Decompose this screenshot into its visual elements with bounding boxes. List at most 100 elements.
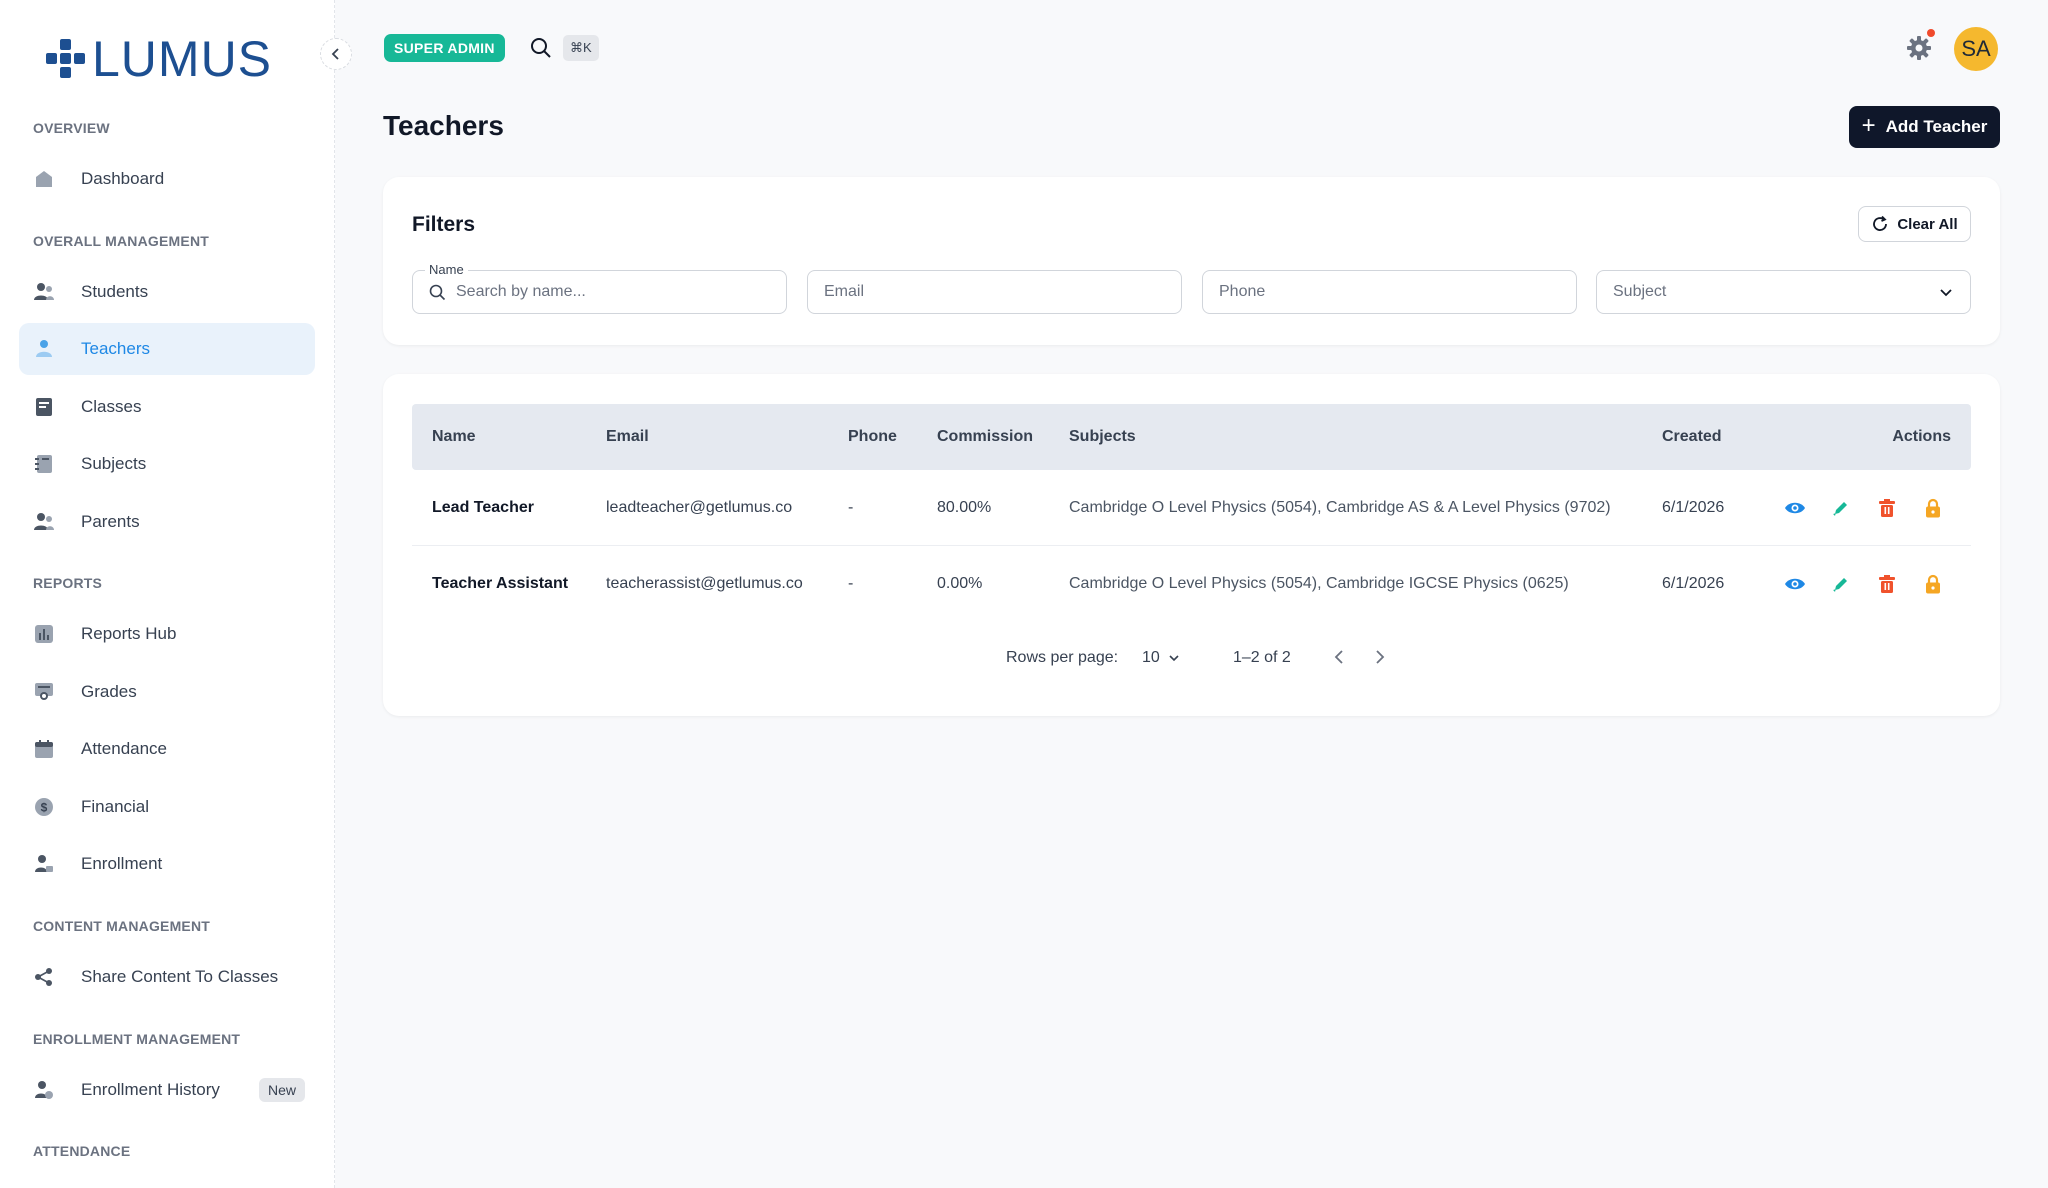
name-filter-field[interactable]: Name	[412, 262, 787, 314]
search-shortcut[interactable]: ⌘K	[563, 35, 599, 61]
chevron-down-icon	[1169, 655, 1179, 662]
subject-select[interactable]	[1596, 270, 1971, 314]
user-history-icon	[33, 1079, 55, 1101]
delete-icon[interactable]	[1875, 572, 1899, 596]
svg-text:$: $	[41, 801, 48, 815]
cell-name: Teacher Assistant	[432, 575, 569, 592]
sidebar-item-classes[interactable]: Classes	[19, 381, 315, 433]
cell-phone: -	[848, 499, 854, 516]
edit-icon[interactable]	[1829, 496, 1853, 520]
sidebar-item-label: Parents	[81, 512, 140, 531]
next-page-button[interactable]	[1373, 648, 1387, 671]
sidebar-item-dashboard[interactable]: Dashboard	[19, 153, 315, 205]
name-search-input[interactable]	[456, 283, 786, 301]
notebook-icon	[33, 453, 55, 475]
sidebar-item-subjects[interactable]: Subjects	[19, 438, 315, 490]
calendar-icon	[33, 738, 55, 760]
email-input[interactable]	[824, 283, 1181, 301]
column-header-email[interactable]: Email	[606, 404, 649, 470]
table-header: Name Email Phone Commission Subjects Cre…	[412, 404, 1971, 470]
sidebar-item-teachers[interactable]: Teachers	[19, 323, 315, 375]
row-actions	[1783, 470, 1945, 546]
sidebar-item-parents[interactable]: Parents	[19, 496, 315, 548]
edit-icon[interactable]	[1829, 572, 1853, 596]
section-overview: OVERVIEW	[33, 120, 110, 136]
certificate-icon	[33, 681, 55, 703]
cell-commission: 80.00%	[937, 499, 992, 516]
sidebar-item-label: Enrollment History	[81, 1080, 220, 1099]
email-filter-field[interactable]	[807, 270, 1182, 314]
subject-select-value[interactable]	[1613, 283, 1970, 301]
column-header-created[interactable]: Created	[1662, 404, 1722, 470]
sidebar-item-students[interactable]: Students	[19, 266, 315, 318]
rows-per-page-select[interactable]: 10	[1142, 649, 1180, 667]
rows-per-page-value: 10	[1142, 649, 1160, 666]
users-icon	[33, 281, 55, 303]
previous-page-button[interactable]	[1332, 648, 1346, 671]
section-overall-management: OVERALL MANAGEMENT	[33, 233, 210, 249]
cell-created: 6/1/2026	[1662, 575, 1725, 592]
avatar[interactable]: SA	[1954, 27, 1998, 71]
page-range: 1–2 of 2	[1233, 649, 1291, 666]
chevron-down-icon	[1940, 289, 1952, 297]
sidebar-item-enrollment[interactable]: Enrollment	[19, 838, 315, 890]
column-header-subjects[interactable]: Subjects	[1069, 404, 1136, 470]
phone-filter-field[interactable]	[1202, 270, 1577, 314]
logo-mark-icon	[46, 39, 86, 79]
sidebar-item-share-content[interactable]: Share Content To Classes	[19, 951, 315, 1003]
add-teacher-label: Add Teacher	[1885, 117, 1988, 136]
delete-icon[interactable]	[1875, 496, 1899, 520]
sidebar: LUMUS OVERVIEW Dashboard OVERALL MANAGEM…	[0, 0, 335, 1188]
refresh-icon	[1873, 215, 1888, 231]
teachers-table-card: Name Email Phone Commission Subjects Cre…	[383, 374, 2000, 716]
sidebar-item-label: Financial	[81, 797, 150, 816]
search-icon	[429, 284, 446, 300]
row-actions	[1783, 546, 1945, 622]
section-attendance: ATTENDANCE	[33, 1143, 131, 1159]
chart-icon	[33, 623, 55, 645]
section-reports: REPORTS	[33, 575, 103, 591]
clear-all-button[interactable]: Clear All	[1858, 206, 1971, 242]
rows-per-page-label: Rows per page:	[1006, 649, 1119, 666]
sidebar-item-label: Subjects	[81, 454, 147, 473]
search-icon[interactable]	[530, 37, 552, 64]
phone-input[interactable]	[1219, 283, 1576, 301]
new-badge: New	[258, 1078, 305, 1102]
lock-icon[interactable]	[1921, 496, 1945, 520]
sidebar-item-financial[interactable]: $ Financial	[19, 781, 315, 833]
view-icon[interactable]	[1783, 496, 1807, 520]
view-icon[interactable]	[1783, 572, 1807, 596]
cell-phone: -	[848, 575, 854, 592]
lumus-logo[interactable]: LUMUS	[46, 34, 272, 84]
user-icon	[33, 338, 55, 360]
sidebar-item-label: Dashboard	[81, 169, 165, 188]
gear-icon[interactable]	[1905, 34, 1933, 62]
sidebar-item-enrollment-history[interactable]: Enrollment History New	[19, 1064, 315, 1116]
cell-commission: 0.00%	[937, 575, 983, 592]
chevron-left-icon	[331, 48, 339, 60]
sidebar-item-label: Enrollment	[81, 854, 163, 873]
pagination: Rows per page: 10 1–2 of 2	[383, 644, 2000, 674]
book-icon	[33, 396, 55, 418]
column-header-phone[interactable]: Phone	[848, 404, 897, 470]
share-icon	[33, 966, 55, 988]
page-title: Teachers	[383, 110, 504, 141]
collapse-sidebar-button[interactable]	[320, 38, 352, 70]
plus-icon: +	[1861, 112, 1876, 139]
section-enrollment-management: ENROLLMENT MANAGEMENT	[33, 1031, 241, 1047]
sidebar-item-grades[interactable]: Grades	[19, 666, 315, 718]
table-row: Lead Teacher leadteacher@getlumus.co - 8…	[412, 470, 1971, 546]
cell-email: leadteacher@getlumus.co	[606, 499, 793, 516]
add-teacher-button[interactable]: + Add Teacher	[1849, 106, 2000, 148]
sidebar-item-label: Classes	[81, 397, 142, 416]
sidebar-item-reports-hub[interactable]: Reports Hub	[19, 608, 315, 660]
sidebar-item-label: Grades	[81, 682, 137, 701]
sidebar-item-attendance[interactable]: Attendance	[19, 723, 315, 775]
cell-email: teacherassist@getlumus.co	[606, 575, 803, 592]
column-header-name[interactable]: Name	[432, 404, 476, 470]
lock-icon[interactable]	[1921, 572, 1945, 596]
cell-subjects: Cambridge O Level Physics (5054), Cambri…	[1069, 499, 1611, 516]
role-badge: SUPER ADMIN	[384, 34, 505, 62]
cell-created: 6/1/2026	[1662, 499, 1725, 516]
column-header-commission[interactable]: Commission	[937, 404, 1033, 470]
